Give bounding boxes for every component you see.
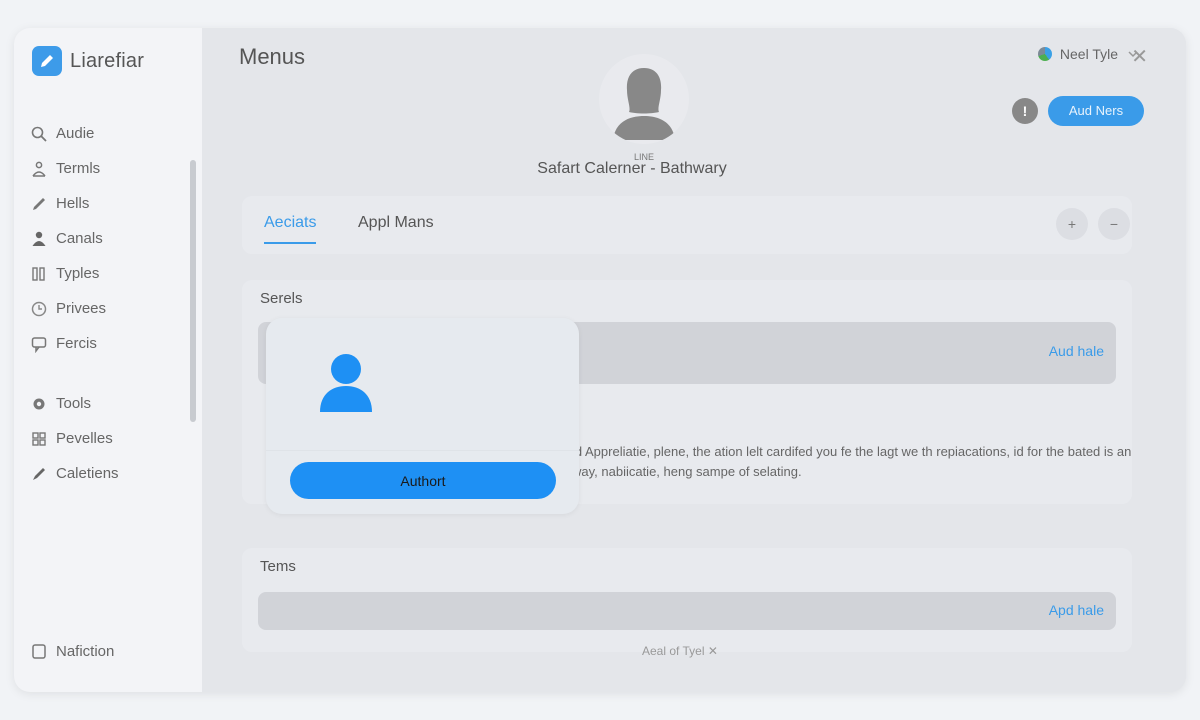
sidebar-item-hells[interactable]: Hells — [30, 186, 190, 221]
square-icon — [32, 644, 46, 659]
section-title: Tems — [260, 558, 296, 575]
close-icon[interactable]: ✕ — [1131, 44, 1148, 69]
tab-aeciats[interactable]: Aeciats — [264, 214, 317, 244]
sidebar-item-label: Pevelles — [56, 430, 113, 447]
help-button[interactable]: ! — [1012, 98, 1038, 124]
minus-icon[interactable]: − — [1098, 208, 1130, 240]
section-description: id Appreliatie, plene, the ation lelt ca… — [572, 444, 1132, 479]
user-status-icon — [1037, 47, 1052, 61]
section-title: Serels — [260, 290, 303, 307]
sidebar-item-canals[interactable]: Canals — [30, 221, 190, 256]
person-outline-icon — [32, 161, 46, 177]
pencil-icon — [33, 197, 45, 210]
person-filled-icon — [32, 231, 46, 246]
footer-note: Aeal of Tyel ✕ — [642, 644, 718, 658]
gear-icon — [33, 398, 45, 409]
divider — [266, 450, 579, 451]
sidebar-footer-label: Nafiction — [56, 642, 115, 660]
person-silhouette-icon — [613, 68, 675, 140]
clock-icon — [31, 301, 47, 316]
sidebar-item-tools[interactable]: Tools — [30, 386, 190, 421]
sidebar-item-nafiction[interactable]: Nafiction — [30, 642, 114, 660]
brand[interactable]: Liarefiar — [32, 46, 144, 76]
sidebar-nav: Audie Termls Hells Canals Typles Privees — [30, 116, 190, 491]
profile-name: Safart Calerner - Bathwary — [537, 160, 727, 177]
sidebar-scrollbar[interactable] — [190, 160, 196, 422]
add-link[interactable]: Aud hale — [1049, 343, 1104, 359]
sidebar-item-label: Typles — [56, 265, 100, 282]
section-tems: Tems Apd hale — [242, 548, 1132, 652]
authorize-button[interactable]: Authort — [290, 462, 556, 499]
sidebar-item-label: Termls — [56, 160, 101, 177]
app-name: Liarefiar — [70, 49, 145, 72]
sidebar-item-termls[interactable]: Termls — [30, 151, 190, 186]
avatar[interactable] — [599, 54, 689, 144]
add-link[interactable]: Apd hale — [1049, 602, 1104, 618]
sidebar-item-pevelles[interactable]: Pevelles — [30, 421, 190, 456]
chat-icon — [31, 336, 47, 353]
sidebar-item-label: Tools — [56, 395, 92, 412]
tabs-bar: Aeciats Appl Mans + − — [242, 196, 1132, 254]
brush-icon — [33, 467, 45, 480]
search-icon — [31, 126, 47, 142]
sidebar-item-label: Hells — [56, 195, 90, 212]
app-window: Liarefiar Audie Termls Hells Canals Typl… — [14, 28, 1186, 692]
list-item[interactable]: Apd hale — [258, 592, 1116, 630]
plus-icon[interactable]: + — [1056, 208, 1088, 240]
sidebar: Liarefiar Audie Termls Hells Canals Typl… — [14, 28, 202, 692]
grid-icon — [32, 266, 45, 281]
sidebar-item-label: Fercis — [56, 335, 97, 352]
pencil-logo-icon — [32, 46, 62, 76]
tab-appl-mans[interactable]: Appl Mans — [358, 214, 434, 232]
sidebar-item-label: Caletiens — [56, 465, 119, 482]
sidebar-item-privees[interactable]: Privees — [30, 291, 190, 326]
sidebar-item-label: Canals — [56, 230, 103, 247]
sidebar-item-label: Privees — [56, 300, 107, 317]
profile-header: LINE — [574, 54, 714, 162]
page-title: Menus — [239, 44, 306, 69]
sidebar-item-label: Audie — [56, 125, 95, 142]
sidebar-item-typles[interactable]: Typles — [30, 256, 190, 291]
grid2-icon — [32, 431, 46, 446]
user-menu[interactable]: Neel Tyle — [1037, 46, 1140, 62]
user-avatar-icon — [320, 354, 372, 412]
sidebar-item-audie[interactable]: Audie — [30, 116, 190, 151]
sidebar-item-caletiens[interactable]: Caletiens — [30, 456, 190, 491]
sidebar-item-fercis[interactable]: Fercis — [30, 326, 190, 361]
user-name: Neel Tyle — [1059, 46, 1118, 62]
account-popover: Authort — [266, 318, 579, 514]
add-new-button[interactable]: Aud Ners — [1048, 96, 1144, 126]
